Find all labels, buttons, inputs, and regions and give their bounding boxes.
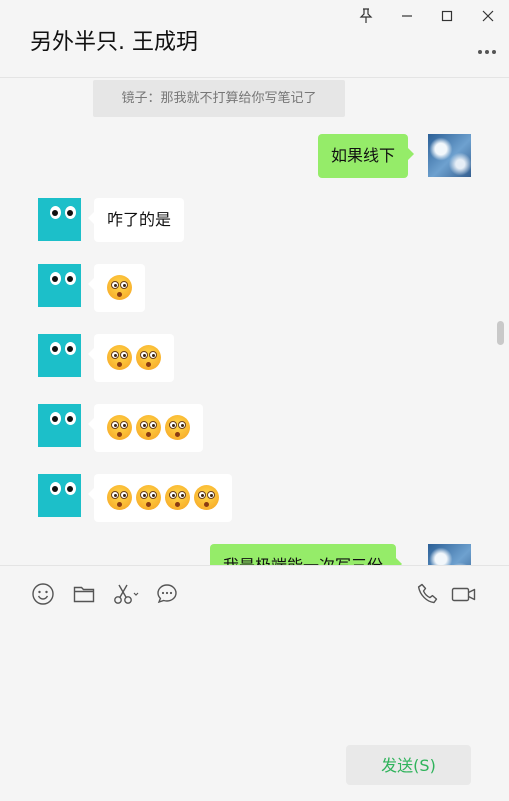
- chat-history-icon[interactable]: [155, 582, 179, 606]
- avatar-other[interactable]: [38, 404, 81, 447]
- flushed-face-icon: [136, 345, 161, 370]
- message-composer[interactable]: 发送(S): [0, 565, 509, 801]
- scissors-icon[interactable]: [112, 582, 140, 606]
- folder-icon[interactable]: [72, 582, 96, 606]
- emoji-icon[interactable]: [31, 582, 55, 606]
- emoji-message-bubble[interactable]: [88, 404, 203, 452]
- phone-icon[interactable]: [416, 582, 440, 606]
- flushed-face-icon: [107, 415, 132, 440]
- avatar-other[interactable]: [38, 198, 81, 241]
- avatar-other[interactable]: [38, 264, 81, 307]
- quoted-message: 镜子：那我就不打算给你写笔记了: [93, 80, 345, 117]
- video-icon[interactable]: [451, 582, 477, 606]
- minimize-icon[interactable]: [397, 6, 417, 26]
- send-button[interactable]: 发送(S): [346, 745, 471, 785]
- more-options-icon[interactable]: [477, 40, 497, 54]
- message-bubble-in[interactable]: 咋了的是: [87, 198, 185, 242]
- chat-header: 另外半只. 王成玥: [0, 0, 509, 78]
- emoji-message-bubble[interactable]: [88, 334, 174, 382]
- flushed-face-icon: [136, 485, 161, 510]
- flushed-face-icon: [165, 485, 190, 510]
- message-list[interactable]: 镜子：那我就不打算给你写笔记了 如果线下 咋了的是: [0, 78, 509, 565]
- emoji-message-bubble[interactable]: [88, 474, 232, 522]
- chat-title[interactable]: 另外半只. 王成玥: [30, 24, 198, 56]
- avatar-other[interactable]: [38, 474, 81, 517]
- avatar-me[interactable]: [428, 544, 471, 565]
- flushed-face-icon: [107, 275, 132, 300]
- flushed-face-icon: [165, 415, 190, 440]
- close-icon[interactable]: [478, 6, 498, 26]
- flushed-face-icon: [194, 485, 219, 510]
- message-bubble-out[interactable]: 我是极端能一次写三份: [210, 544, 403, 565]
- scrollbar-thumb[interactable]: [497, 321, 504, 345]
- pin-icon[interactable]: [356, 6, 376, 26]
- maximize-icon[interactable]: [437, 6, 457, 26]
- flushed-face-icon: [107, 345, 132, 370]
- flushed-face-icon: [136, 415, 161, 440]
- flushed-face-icon: [107, 485, 132, 510]
- avatar-me[interactable]: [428, 134, 471, 177]
- avatar-eye: [65, 206, 76, 219]
- avatar-eye: [50, 206, 61, 219]
- avatar-other[interactable]: [38, 334, 81, 377]
- message-bubble-out[interactable]: 如果线下: [318, 134, 415, 178]
- emoji-message-bubble[interactable]: [88, 264, 145, 312]
